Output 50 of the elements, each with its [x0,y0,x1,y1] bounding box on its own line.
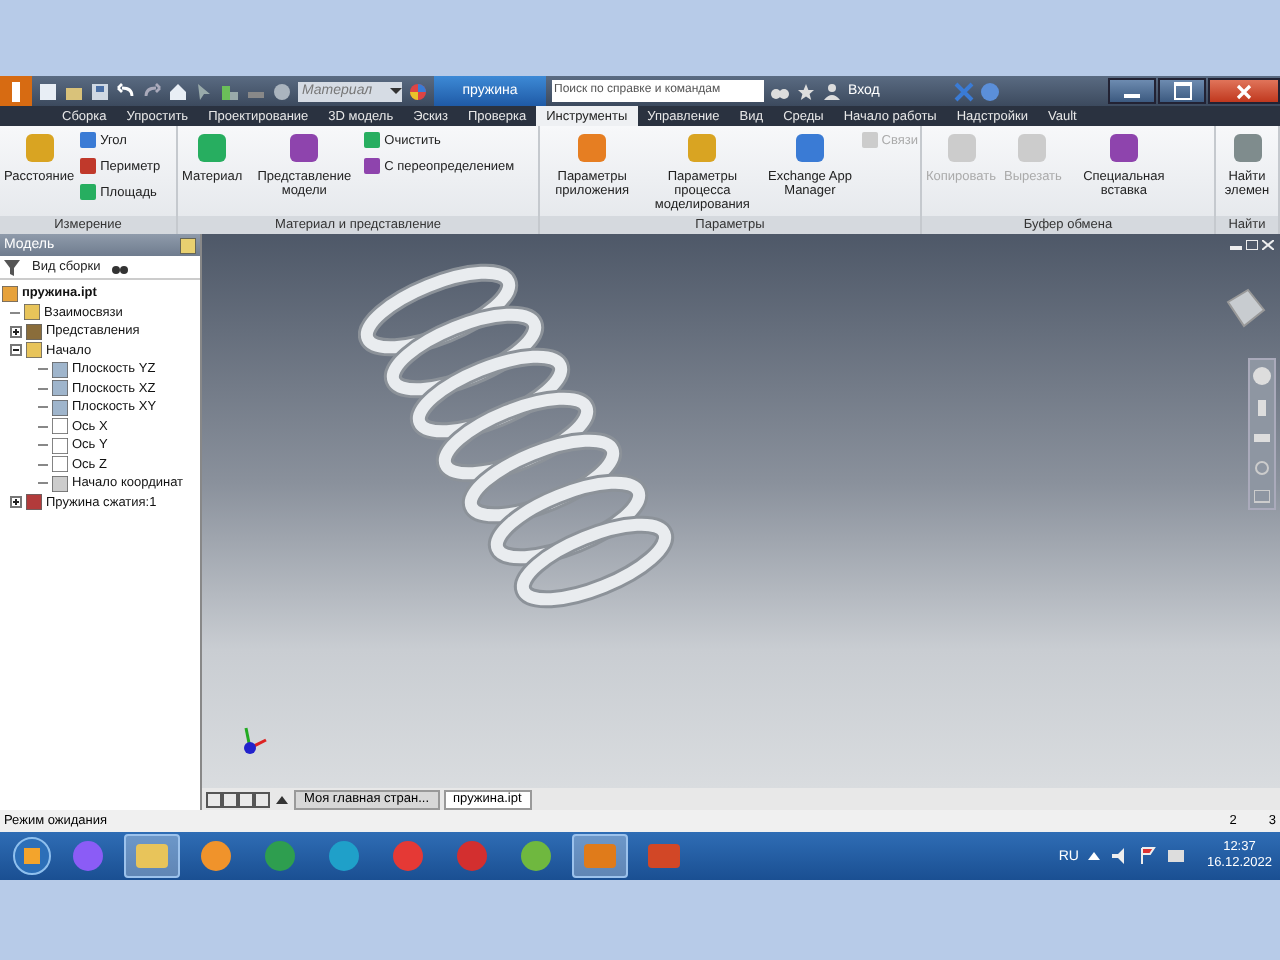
undo-icon[interactable] [116,81,136,101]
network-icon[interactable] [1166,846,1187,866]
app-icon [584,842,616,870]
app-icon [72,840,104,872]
tool-icon [861,132,878,148]
maximize-button[interactable] [1158,78,1206,104]
save-icon[interactable] [90,81,110,101]
app-icon [456,840,488,872]
tile-icon[interactable] [206,791,270,807]
tool-icon [1229,130,1265,166]
collapse-icon[interactable] [10,344,22,357]
restore-icon[interactable] [1246,240,1258,250]
tool-icon [286,130,323,166]
tool-icon [1014,130,1051,166]
expand-icon[interactable] [10,325,22,338]
user-icon[interactable] [822,81,842,101]
tree-node-icon [2,285,18,302]
app-logo-icon[interactable] [0,76,32,106]
minimize-icon[interactable] [1230,240,1242,250]
app-icon [200,840,232,872]
app-icon [264,840,296,872]
close-button[interactable] [1208,78,1280,104]
tool-icon [21,130,58,166]
select-icon[interactable] [194,81,214,101]
app-icon [520,840,552,872]
tree-node-icon [26,494,42,511]
tool-icon [574,130,611,166]
minimize-button[interactable] [1108,78,1156,104]
app-icon [648,842,680,870]
tool-icon [194,130,231,166]
up-arrow-icon[interactable] [274,791,290,807]
close-icon[interactable] [1262,240,1274,250]
app-icon [328,840,360,872]
color-ball-icon[interactable] [408,81,428,101]
app-icon [392,840,424,872]
start-icon[interactable] [12,836,52,876]
tool-icon [684,130,721,166]
tray-arrow-icon[interactable] [1086,850,1103,862]
new-file-icon[interactable] [38,81,58,101]
graphics-viewport[interactable] [202,234,1280,788]
star-icon[interactable] [796,81,816,101]
tool-icon [1105,130,1142,166]
app-icon [136,842,168,870]
flag-icon[interactable] [1138,846,1159,866]
tool-icon [943,130,979,166]
home-icon[interactable] [168,81,188,101]
close-icon [1236,83,1252,99]
tool-icon [791,130,828,166]
expand-icon[interactable] [10,496,22,509]
redo-icon[interactable] [142,81,162,101]
